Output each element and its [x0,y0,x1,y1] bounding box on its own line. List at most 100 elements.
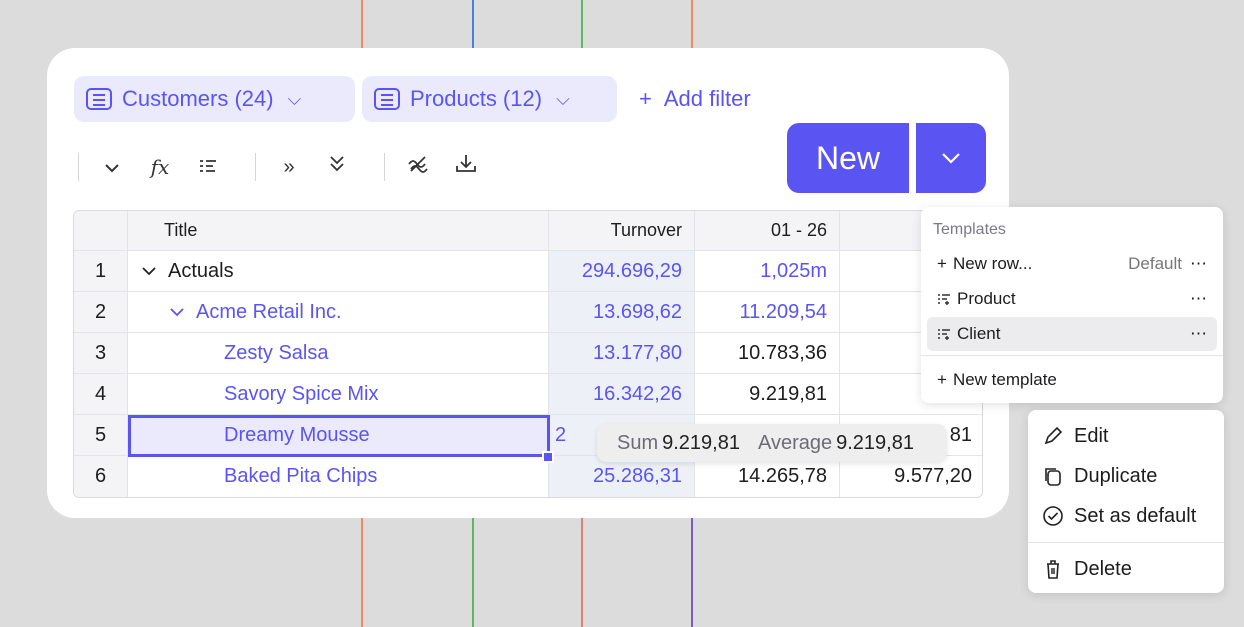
chevrons-down-icon[interactable] [320,155,354,179]
row-title-text: Acme Retail Inc. [196,300,342,323]
templates-menu: Templates + New row... Default ⋯ Product… [921,207,1223,403]
plus-icon: + [937,370,947,389]
table-row[interactable]: 6 Baked Pita Chips 25.286,31 14.265,78 9… [74,456,982,497]
row-number: 5 [74,415,128,455]
row-number: 2 [74,292,128,332]
add-filter-button[interactable]: + Add filter [639,86,751,112]
copy-icon [1045,468,1061,486]
period-cell[interactable]: 11.209,54 [694,292,839,332]
template-item-product[interactable]: Product ⋯ [927,282,1217,316]
products-filter[interactable]: Products (12) ⌵ [362,76,617,122]
row-number: 1 [74,251,128,291]
row-template-icon [938,329,950,340]
sum-label: Sum [617,431,659,454]
table-header: Title Turnover 01 - 26 02 [74,211,982,251]
template-item-label: New row... [952,254,1033,273]
delete-label: Delete [1074,557,1132,580]
more-icon[interactable]: ⋯ [1190,254,1207,274]
row-title[interactable]: Actuals [128,251,548,291]
function-icon[interactable]: fx [143,155,177,179]
toolbar: fx » [78,150,497,184]
row-context-menu: Edit Duplicate Set as default Delete [1028,410,1224,593]
customers-filter[interactable]: Customers (24) ⌵ [74,76,355,122]
add-filter-label: Add filter [663,86,751,111]
chevron-down-icon[interactable] [95,156,129,179]
selection-stats-tooltip: Sum 9.219,81 Average 9.219,81 [597,424,947,462]
collapse-icon[interactable] [401,155,435,179]
template-item-client[interactable]: Client ⋯ [927,317,1217,351]
connector-line [581,0,583,48]
chevron-down-icon[interactable] [170,307,184,317]
chevron-down-icon: ⌵ [287,88,302,109]
template-item-label: Product [957,289,1016,308]
plus-icon: + [937,254,947,273]
period-cell[interactable]: 10.783,36 [694,333,839,373]
turnover-cell[interactable]: 294.696,29 [548,251,694,291]
average-label: Average [757,431,833,454]
cell-selection [128,415,550,457]
list-icon [374,88,400,110]
menu-divider [921,355,1223,356]
list-indent-icon[interactable] [191,156,225,179]
set-default-menu-item[interactable]: Set as default [1042,498,1196,534]
table-row[interactable]: 2 Acme Retail Inc. 13.698,62 11.209,54 1… [74,292,982,333]
table-row[interactable]: 1 Actuals 294.696,29 1,025m 1,3 [74,251,982,292]
trash-icon [1047,560,1059,579]
new-dropdown-button[interactable] [916,123,986,193]
connector-line [581,518,583,627]
turnover-cell[interactable]: 13.177,80 [548,333,694,373]
fill-handle[interactable] [542,451,554,463]
duplicate-label: Duplicate [1074,464,1158,487]
row-title-text: Actuals [168,259,234,282]
period-cell[interactable]: 9.577,20 [839,456,982,497]
period-cell[interactable]: 9.219,81 [694,374,839,414]
row-title[interactable]: Baked Pita Chips [128,456,548,497]
delete-menu-item[interactable]: Delete [1042,551,1132,587]
row-number: 6 [74,456,128,497]
template-item-label: Client [957,324,1001,343]
list-icon [86,88,112,110]
toolbar-divider [255,153,256,181]
period-cell[interactable]: 1,025m [694,251,839,291]
pencil-icon [1044,426,1063,445]
more-icon[interactable]: ⋯ [1190,289,1207,309]
more-icon[interactable]: ⋯ [1190,324,1207,344]
turnover-cell[interactable]: 13.698,62 [548,292,694,332]
new-template-button[interactable]: + New template [927,363,1217,397]
column-header-period[interactable]: 01 - 26 [694,211,839,250]
turnover-cell[interactable]: 25.286,31 [548,456,694,497]
check-circle-icon [1043,506,1063,526]
period-cell[interactable]: 14.265,78 [694,456,839,497]
chevrons-right-icon[interactable]: » [272,156,306,179]
connector-line [691,518,693,627]
default-badge: Default [1128,254,1182,273]
column-header-turnover[interactable]: Turnover [548,211,694,250]
toolbar-divider [384,153,385,181]
connector-line [691,0,693,48]
connector-line [361,0,363,48]
row-title[interactable]: Savory Spice Mix [128,374,548,414]
template-item-new-row[interactable]: + New row... Default ⋯ [927,247,1217,281]
row-title[interactable]: Zesty Salsa [128,333,548,373]
new-template-label: New template [952,370,1057,389]
connector-line [361,518,363,627]
customers-filter-label: Customers (24) [122,86,274,111]
chevron-down-icon [942,153,960,164]
column-header-title[interactable]: Title [128,211,548,250]
edit-label: Edit [1074,424,1109,447]
row-title[interactable]: Acme Retail Inc. [128,292,548,332]
turnover-cell[interactable]: 16.342,26 [548,374,694,414]
chevron-down-icon[interactable] [142,266,156,276]
menu-divider [1028,542,1224,543]
templates-header: Templates [933,221,1006,238]
duplicate-menu-item[interactable]: Duplicate [1042,458,1157,494]
edit-menu-item[interactable]: Edit [1042,418,1108,454]
new-button[interactable]: New [787,123,909,193]
row-number: 3 [74,333,128,373]
connector-line [472,0,474,48]
sum-value: 9.219,81 [662,431,740,454]
table-row[interactable]: 3 Zesty Salsa 13.177,80 10.783,36 11.20 [74,333,982,374]
table-row[interactable]: 4 Savory Spice Mix 16.342,26 9.219,81 10… [74,374,982,415]
toolbar-divider [78,153,79,181]
download-icon[interactable] [449,154,483,180]
